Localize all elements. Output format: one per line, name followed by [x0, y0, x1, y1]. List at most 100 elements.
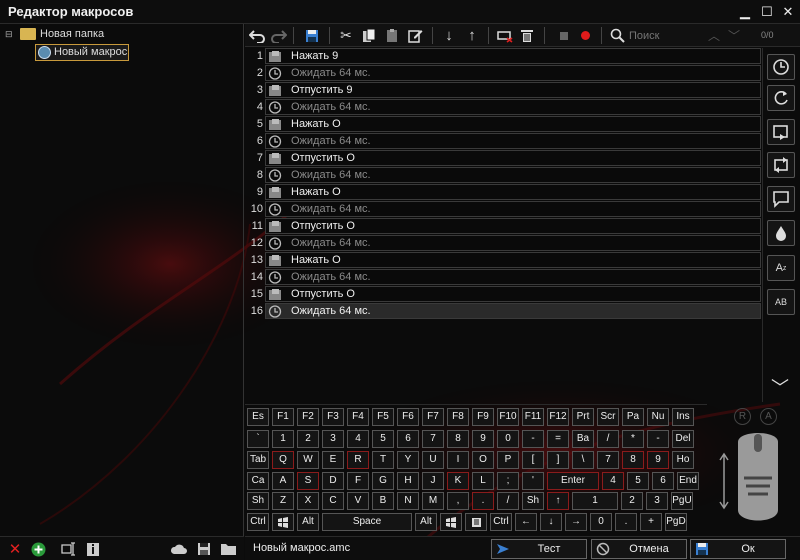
- clear-all-icon[interactable]: [518, 27, 536, 44]
- key-row4-12[interactable]: Enter: [547, 472, 599, 490]
- insert-loop-button[interactable]: [767, 85, 795, 111]
- key-row4-9[interactable]: L: [472, 472, 494, 490]
- key-row5-14[interactable]: 2: [621, 492, 643, 510]
- command-row[interactable]: 2 Ожидать 64 мс.: [245, 65, 761, 82]
- key-row1-16[interactable]: Nu: [647, 408, 669, 426]
- command-cell[interactable]: Ожидать 64 мс.: [265, 235, 761, 251]
- key-row1-2[interactable]: F2: [297, 408, 319, 426]
- key-row5-10[interactable]: /: [497, 492, 519, 510]
- key-row2-15[interactable]: *: [622, 430, 644, 448]
- key-row3-10[interactable]: P: [497, 451, 519, 469]
- key-row4-16[interactable]: End: [677, 472, 699, 490]
- key-row3-11[interactable]: [: [522, 451, 544, 469]
- key-row5-5[interactable]: B: [372, 492, 394, 510]
- key-row3-15[interactable]: 8: [622, 451, 644, 469]
- key-row4-5[interactable]: G: [372, 472, 394, 490]
- key-row2-5[interactable]: 5: [372, 430, 394, 448]
- key-row2-0[interactable]: `: [247, 430, 269, 448]
- key-row4-0[interactable]: Ca: [247, 472, 269, 490]
- cut-icon[interactable]: ✂: [337, 27, 355, 44]
- command-cell[interactable]: Отпустить O: [265, 150, 761, 166]
- command-row[interactable]: 14 Ожидать 64 мс.: [245, 269, 761, 286]
- windows-key[interactable]: [272, 513, 294, 531]
- key-row2-8[interactable]: 8: [447, 430, 469, 448]
- command-row[interactable]: 6 Ожидать 64 мс.: [245, 133, 761, 150]
- key-row3-14[interactable]: 7: [597, 451, 619, 469]
- command-row[interactable]: 9 Нажать O: [245, 184, 761, 201]
- insert-switch-button[interactable]: AB: [767, 289, 795, 315]
- key-row3-16[interactable]: 9: [647, 451, 669, 469]
- command-cell[interactable]: Ожидать 64 мс.: [265, 269, 761, 285]
- key-row3-1[interactable]: Q: [272, 451, 294, 469]
- key-row3-3[interactable]: E: [322, 451, 344, 469]
- collapse-toggle[interactable]: ⊟: [5, 29, 13, 40]
- menu-key[interactable]: [465, 513, 487, 531]
- move-up-icon[interactable]: ↑: [463, 27, 481, 44]
- key-row3-0[interactable]: Tab: [247, 451, 269, 469]
- key-row2-4[interactable]: 4: [347, 430, 369, 448]
- key-row1-6[interactable]: F6: [397, 408, 419, 426]
- command-cell[interactable]: Нажать O: [265, 184, 761, 200]
- key-row1-12[interactable]: F12: [547, 408, 569, 426]
- key-row2-3[interactable]: 3: [322, 430, 344, 448]
- key-row4-4[interactable]: F: [347, 472, 369, 490]
- key-row1-5[interactable]: F5: [372, 408, 394, 426]
- key-row3-4[interactable]: R: [347, 451, 369, 469]
- key-row2-7[interactable]: 7: [422, 430, 444, 448]
- key-row1-17[interactable]: Ins: [672, 408, 694, 426]
- key-row4-13[interactable]: 4: [602, 472, 624, 490]
- cancel-button[interactable]: Отмена: [591, 539, 687, 559]
- key-row1-4[interactable]: F4: [347, 408, 369, 426]
- insert-delay-button[interactable]: [767, 54, 795, 80]
- key-row6-8[interactable]: ←: [515, 513, 537, 531]
- key-row5-1[interactable]: Z: [272, 492, 294, 510]
- command-row[interactable]: 13 Нажать O: [245, 252, 761, 269]
- command-row[interactable]: 5 Нажать O: [245, 116, 761, 133]
- command-cell[interactable]: Нажать O: [265, 252, 761, 268]
- key-row5-15[interactable]: 3: [646, 492, 668, 510]
- key-row6-7[interactable]: Ctrl: [490, 513, 512, 531]
- key-row4-6[interactable]: H: [397, 472, 419, 490]
- key-row6-2[interactable]: Alt: [297, 513, 319, 531]
- key-row6-3[interactable]: Space: [322, 513, 412, 531]
- tree-folder-label[interactable]: Новая папка: [40, 28, 104, 40]
- properties-icon[interactable]: [84, 541, 102, 557]
- cloud-icon[interactable]: [170, 541, 188, 557]
- key-row2-9[interactable]: 9: [472, 430, 494, 448]
- ok-button[interactable]: Ок: [690, 539, 786, 559]
- add-icon[interactable]: [29, 541, 47, 557]
- remove-delay-icon[interactable]: [496, 27, 514, 44]
- key-row5-16[interactable]: PgU: [671, 492, 693, 510]
- key-row5-13[interactable]: 1: [572, 492, 618, 510]
- key-row4-14[interactable]: 5: [627, 472, 649, 490]
- move-down-icon[interactable]: ↓: [440, 27, 458, 44]
- insert-jump-button[interactable]: [767, 119, 795, 145]
- key-row2-16[interactable]: -: [647, 430, 669, 448]
- key-row1-0[interactable]: Es: [247, 408, 269, 426]
- command-row[interactable]: 15 Отпустить O: [245, 286, 761, 303]
- key-row1-15[interactable]: Pa: [622, 408, 644, 426]
- command-cell[interactable]: Нажать 9: [265, 48, 761, 64]
- key-row4-2[interactable]: S: [297, 472, 319, 490]
- key-row5-4[interactable]: V: [347, 492, 369, 510]
- key-row3-17[interactable]: Ho: [672, 451, 694, 469]
- search-input[interactable]: [629, 27, 703, 44]
- command-row[interactable]: 7 Отпустить O: [245, 150, 761, 167]
- command-row[interactable]: 4 Ожидать 64 мс.: [245, 99, 761, 116]
- key-row2-2[interactable]: 2: [297, 430, 319, 448]
- key-row2-13[interactable]: Ba: [572, 430, 594, 448]
- key-row3-8[interactable]: I: [447, 451, 469, 469]
- key-row3-13[interactable]: \: [572, 451, 594, 469]
- key-row5-7[interactable]: M: [422, 492, 444, 510]
- expand-down-icon[interactable]: ﹀: [771, 374, 789, 400]
- record-icon[interactable]: [576, 27, 594, 44]
- command-cell[interactable]: Ожидать 64 мс.: [265, 303, 761, 319]
- command-row[interactable]: 12 Ожидать 64 мс.: [245, 235, 761, 252]
- key-row4-1[interactable]: A: [272, 472, 294, 490]
- key-row2-11[interactable]: -: [522, 430, 544, 448]
- key-row5-6[interactable]: N: [397, 492, 419, 510]
- key-row5-8[interactable]: ,: [447, 492, 469, 510]
- insert-text-button[interactable]: Az: [767, 255, 795, 281]
- key-row5-2[interactable]: X: [297, 492, 319, 510]
- key-row5-9[interactable]: .: [472, 492, 494, 510]
